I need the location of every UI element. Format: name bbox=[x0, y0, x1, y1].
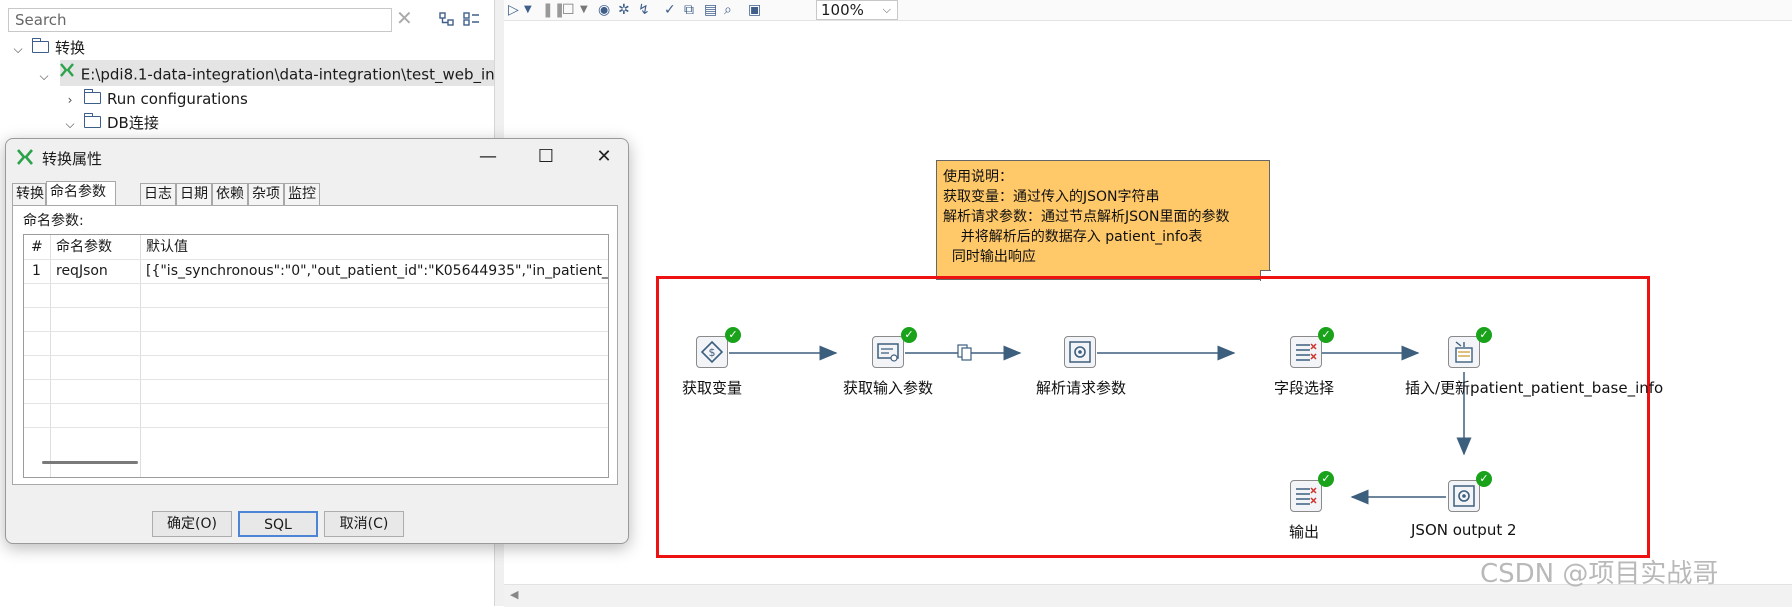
tab-monitoring[interactable]: 监控 bbox=[284, 183, 320, 205]
table-row[interactable] bbox=[24, 331, 608, 356]
status-ok-icon: ✓ bbox=[901, 327, 917, 343]
tab-misc[interactable]: 杂项 bbox=[248, 183, 284, 205]
tab-dependencies[interactable]: 依赖 bbox=[212, 183, 248, 205]
json-parse-icon bbox=[1069, 341, 1091, 363]
minimize-button[interactable]: — bbox=[468, 143, 508, 171]
dialog-title: 转换属性 bbox=[42, 150, 103, 168]
status-ok-icon: ✓ bbox=[725, 327, 741, 343]
transformation-icon bbox=[16, 148, 34, 170]
sql-button[interactable]: SQL bbox=[238, 511, 318, 537]
parameter-name-cell[interactable]: reqJson bbox=[50, 259, 140, 283]
maximize-button[interactable]: ☐ bbox=[526, 143, 566, 171]
table-row[interactable] bbox=[24, 379, 608, 404]
status-ok-icon: ✓ bbox=[1476, 471, 1492, 487]
step-output[interactable] bbox=[1290, 480, 1322, 512]
ok-button[interactable]: 确定(O) bbox=[152, 511, 232, 537]
step-label: 字段选择 bbox=[1274, 379, 1335, 397]
insert-update-icon bbox=[1455, 341, 1473, 363]
section-label: 命名参数: bbox=[23, 213, 84, 229]
step-get-variables[interactable]: $ bbox=[696, 336, 728, 368]
table-row[interactable] bbox=[24, 403, 608, 428]
step-label: 获取变量 bbox=[682, 379, 743, 397]
json-output-icon bbox=[1453, 485, 1475, 507]
step-insert-update[interactable] bbox=[1448, 336, 1480, 368]
column-header[interactable]: # bbox=[24, 235, 50, 259]
status-ok-icon: ✓ bbox=[1318, 471, 1334, 487]
default-value-cell[interactable]: [{"is_synchronous":"0","out_patient_id":… bbox=[140, 259, 608, 283]
watermark: CSDN @项目实战哥 bbox=[1480, 559, 1719, 589]
table-row[interactable] bbox=[24, 427, 608, 451]
step-json-output-2[interactable] bbox=[1448, 480, 1480, 512]
status-ok-icon: ✓ bbox=[1318, 327, 1334, 343]
dialog-titlebar[interactable]: 转换属性 — ☐ ✕ bbox=[6, 139, 628, 175]
column-header[interactable]: 命名参数 bbox=[50, 235, 140, 259]
column-header[interactable]: 默认值 bbox=[140, 235, 608, 259]
tab-named-parameters[interactable]: 命名参数 bbox=[46, 181, 116, 205]
step-get-input-parameters[interactable] bbox=[872, 336, 904, 368]
tab-transformation[interactable]: 转换 bbox=[12, 183, 46, 205]
step-label: 输出 bbox=[1289, 523, 1320, 541]
step-label: JSON output 2 bbox=[1411, 521, 1517, 539]
transformation-properties-dialog: 转换属性 — ☐ ✕ 转换 命名参数 日志 日期 依赖 杂项 监控 命名参数: … bbox=[5, 138, 629, 544]
table-row[interactable] bbox=[24, 283, 608, 308]
select-values-icon bbox=[1296, 343, 1317, 361]
table-row[interactable] bbox=[24, 355, 608, 380]
tab-dates[interactable]: 日期 bbox=[176, 183, 212, 205]
variable-icon: $ bbox=[700, 340, 724, 364]
select-values-icon bbox=[1296, 487, 1317, 505]
row-number: 1 bbox=[32, 263, 41, 279]
tab-logging[interactable]: 日志 bbox=[140, 183, 176, 205]
table-row[interactable] bbox=[24, 307, 608, 332]
cancel-button[interactable]: 取消(C) bbox=[324, 511, 404, 537]
svg-text:$: $ bbox=[709, 346, 716, 359]
step-label: 解析请求参数 bbox=[1036, 379, 1127, 397]
step-parse-request-params[interactable] bbox=[1064, 336, 1096, 368]
copy-rows-icon bbox=[957, 344, 972, 361]
table-header: # 命名参数 默认值 bbox=[24, 235, 608, 260]
input-parameter-icon bbox=[877, 343, 899, 362]
status-ok-icon: ✓ bbox=[1476, 327, 1492, 343]
table-horizontal-scrollbar[interactable] bbox=[42, 461, 138, 464]
table-row[interactable]: 1 reqJson [{"is_synchronous":"0","out_pa… bbox=[24, 259, 608, 284]
close-button[interactable]: ✕ bbox=[584, 143, 624, 171]
named-parameters-panel: 命名参数: # 命名参数 默认值 1 reqJson [{"is_synchro… bbox=[12, 205, 618, 485]
step-select-values[interactable] bbox=[1290, 336, 1322, 368]
step-label: 获取输入参数 bbox=[843, 379, 934, 397]
named-parameters-table[interactable]: # 命名参数 默认值 1 reqJson [{"is_synchronous":… bbox=[23, 234, 609, 478]
step-label: 插入/更新patient_patient_base_info bbox=[1405, 379, 1664, 397]
